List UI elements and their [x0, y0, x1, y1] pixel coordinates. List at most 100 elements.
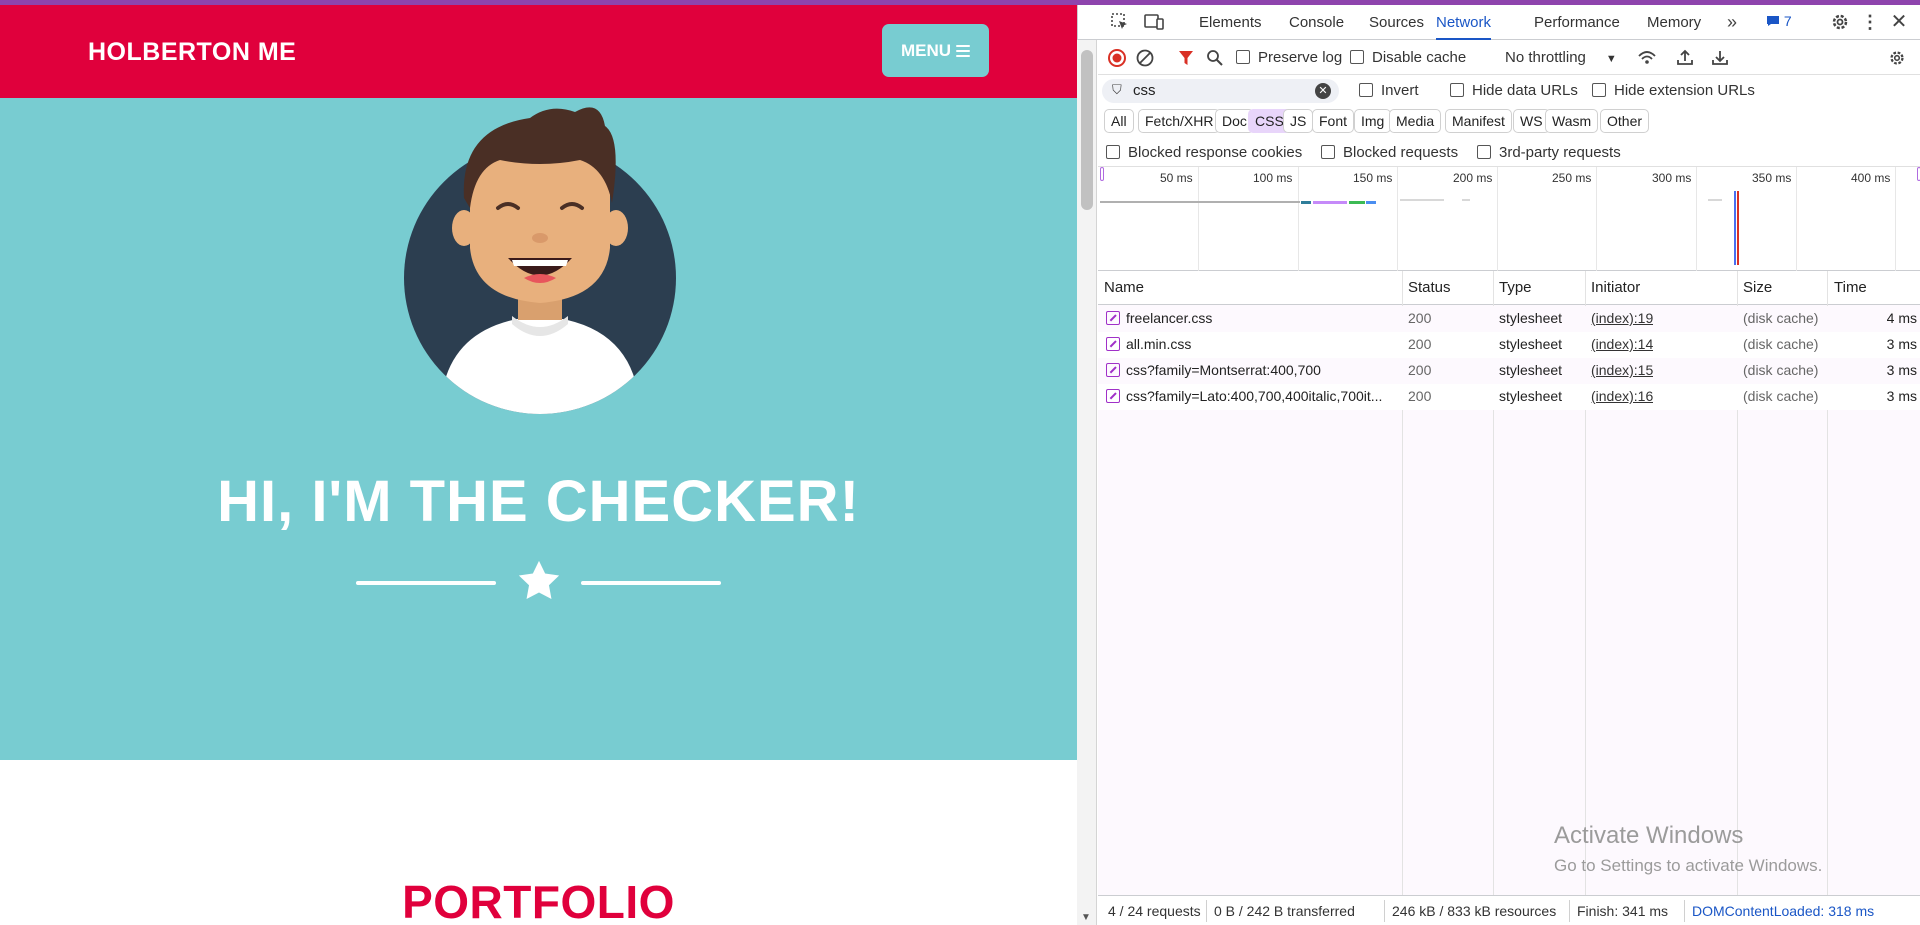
dom-content-loaded-marker — [1734, 191, 1736, 265]
export-har-icon[interactable] — [1711, 48, 1729, 66]
filter-icon[interactable] — [1178, 49, 1194, 67]
search-icon[interactable] — [1206, 49, 1224, 67]
invert-checkbox[interactable]: Invert — [1359, 82, 1419, 99]
timeline-bar — [1462, 199, 1470, 201]
request-status: 200 — [1408, 336, 1432, 352]
type-filter-font[interactable]: Font — [1312, 109, 1355, 133]
column-header-type[interactable]: Type — [1499, 271, 1532, 305]
request-count: 4 / 24 requests — [1108, 903, 1201, 919]
tab-sources[interactable]: Sources — [1369, 5, 1424, 40]
timeline-bar — [1100, 201, 1300, 203]
table-row[interactable]: all.min.css 200 stylesheet (index):14 (d… — [1098, 332, 1920, 358]
request-name: css?family=Lato:400,700,400italic,700it.… — [1126, 388, 1383, 404]
filter-value: css — [1133, 82, 1156, 99]
requests-table: Name Status Type Initiator Size Time fre… — [1098, 271, 1920, 897]
request-initiator-link[interactable]: (index):16 — [1591, 388, 1653, 404]
request-time: 3 ms — [1886, 388, 1917, 404]
disable-cache-checkbox[interactable]: Disable cache — [1350, 49, 1466, 66]
blocked-response-cookies-checkbox[interactable]: Blocked response cookies — [1106, 144, 1302, 161]
more-tabs-icon[interactable]: » — [1721, 11, 1743, 33]
timeline-tick: 200 ms — [1453, 171, 1493, 185]
timeline-tick: 50 ms — [1160, 171, 1193, 185]
timeline-bar — [1400, 199, 1444, 201]
extra-filters: Blocked response cookies Blocked request… — [1098, 137, 1920, 167]
hide-data-urls-label: Hide data URLs — [1472, 82, 1578, 99]
request-name: all.min.css — [1126, 336, 1192, 352]
type-filter-manifest[interactable]: Manifest — [1445, 109, 1512, 133]
scroll-down-arrow-icon[interactable]: ▼ — [1081, 912, 1091, 923]
device-toolbar-icon[interactable] — [1143, 11, 1165, 33]
request-initiator-link[interactable]: (index):19 — [1591, 310, 1653, 326]
column-header-time[interactable]: Time — [1834, 271, 1867, 305]
close-icon[interactable]: ✕ — [1888, 11, 1910, 33]
table-row[interactable]: css?family=Lato:400,700,400italic,700it.… — [1098, 384, 1920, 410]
tab-memory[interactable]: Memory — [1647, 5, 1701, 40]
menu-button[interactable]: MENU — [882, 24, 989, 77]
column-header-size[interactable]: Size — [1743, 271, 1772, 305]
star-icon — [518, 560, 560, 600]
type-filter-other[interactable]: Other — [1600, 109, 1650, 133]
table-row[interactable]: css?family=Montserrat:400,700 200 styles… — [1098, 358, 1920, 384]
hide-extension-urls-checkbox[interactable]: Hide extension URLs — [1592, 82, 1755, 99]
request-name: css?family=Montserrat:400,700 — [1126, 362, 1321, 378]
blocked-requests-checkbox[interactable]: Blocked requests — [1321, 144, 1458, 161]
timeline-tick: 150 ms — [1353, 171, 1393, 185]
clear-filter-icon[interactable]: ✕ — [1315, 83, 1331, 99]
request-type: stylesheet — [1499, 310, 1563, 326]
request-initiator-link[interactable]: (index):15 — [1591, 362, 1653, 378]
site-navbar: HOLBERTON ME MENU — [0, 5, 1077, 98]
stylesheet-icon — [1106, 389, 1120, 403]
timeline-bar — [1708, 199, 1722, 201]
table-row[interactable]: freelancer.css 200 stylesheet (index):19… — [1098, 306, 1920, 332]
third-party-requests-checkbox[interactable]: 3rd-party requests — [1477, 144, 1621, 161]
type-filter-wasm[interactable]: Wasm — [1545, 109, 1599, 133]
dom-content-loaded-time: DOMContentLoaded: 318 ms — [1692, 903, 1875, 919]
request-size: (disk cache) — [1743, 362, 1819, 378]
load-marker — [1737, 191, 1739, 265]
tab-network[interactable]: Network — [1436, 5, 1492, 40]
throttling-select[interactable]: No throttling ▼ — [1505, 49, 1617, 66]
request-type: stylesheet — [1499, 336, 1563, 352]
network-settings-gear-icon[interactable] — [1887, 48, 1907, 68]
network-toolbar: Preserve log Disable cache No throttling… — [1098, 41, 1920, 75]
settings-gear-icon[interactable] — [1829, 11, 1851, 33]
resource-type-filters: All Fetch/XHR Doc CSS JS Font Img Media … — [1098, 107, 1920, 137]
request-status: 200 — [1408, 388, 1432, 404]
third-party-requests-label: 3rd-party requests — [1499, 144, 1621, 161]
page-scrollbar[interactable]: ▼ — [1077, 40, 1097, 925]
clear-icon[interactable] — [1136, 49, 1154, 67]
network-conditions-icon[interactable] — [1637, 49, 1657, 67]
type-filter-media[interactable]: Media — [1389, 109, 1442, 133]
import-har-icon[interactable] — [1676, 48, 1694, 66]
hide-data-urls-checkbox[interactable]: Hide data URLs — [1450, 82, 1578, 99]
timeline-bar — [1301, 201, 1311, 204]
more-options-icon[interactable]: ⋮ — [1859, 11, 1881, 33]
scrollbar-thumb[interactable] — [1081, 50, 1093, 210]
preserve-log-checkbox[interactable]: Preserve log — [1236, 49, 1342, 66]
tab-elements[interactable]: Elements — [1199, 5, 1262, 40]
divider-line-right — [581, 581, 721, 585]
stylesheet-icon — [1106, 337, 1120, 351]
funnel-icon: ⛉ — [1112, 82, 1122, 97]
type-filter-all[interactable]: All — [1104, 109, 1134, 133]
timeline-bar — [1313, 201, 1347, 204]
filter-input[interactable]: ⛉ css ✕ — [1102, 79, 1339, 103]
site-brand-link[interactable]: HOLBERTON ME — [88, 38, 296, 67]
tab-performance[interactable]: Performance — [1534, 5, 1620, 40]
request-type: stylesheet — [1499, 362, 1563, 378]
type-filter-fetch-xhr[interactable]: Fetch/XHR — [1138, 109, 1221, 133]
type-filter-img[interactable]: Img — [1354, 109, 1392, 133]
network-overview-timeline[interactable]: 50 ms 100 ms 150 ms 200 ms 250 ms 300 ms… — [1098, 167, 1920, 271]
timeline-left-handle[interactable] — [1100, 167, 1104, 181]
type-filter-js[interactable]: JS — [1283, 109, 1314, 133]
record-stop-icon[interactable] — [1108, 49, 1126, 67]
tab-console[interactable]: Console — [1289, 5, 1344, 40]
request-time: 3 ms — [1886, 336, 1917, 352]
column-header-status[interactable]: Status — [1408, 271, 1451, 305]
column-header-initiator[interactable]: Initiator — [1591, 271, 1640, 305]
issues-badge[interactable]: 7 — [1766, 13, 1792, 29]
request-size: (disk cache) — [1743, 388, 1819, 404]
inspect-element-icon[interactable] — [1109, 11, 1131, 33]
request-initiator-link[interactable]: (index):14 — [1591, 336, 1653, 352]
column-header-name[interactable]: Name — [1104, 271, 1144, 305]
